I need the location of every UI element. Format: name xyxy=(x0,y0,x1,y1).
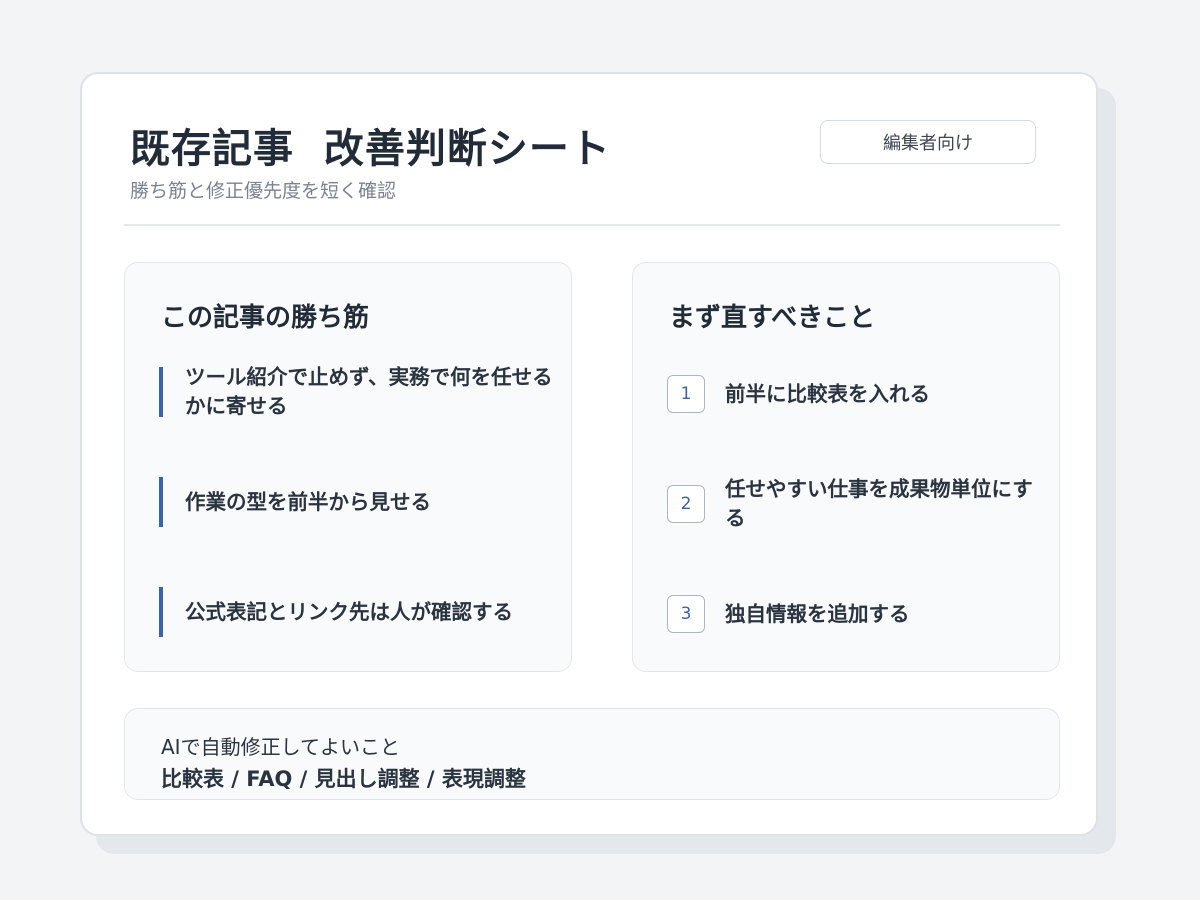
step-number-badge: 1 xyxy=(667,375,705,413)
ai-auto-fix-panel: AIで自動修正してよいこと 比較表 / FAQ / 見出し調整 / 表現調整 xyxy=(124,708,1060,800)
step-text: 独自情報を追加する xyxy=(725,601,910,626)
fix-first-title: まず直すべきこと xyxy=(669,303,876,333)
winning-point-text: ツール紹介で止めず、実務で何を任せるかに寄せる xyxy=(185,365,553,418)
page-title: 既存記事 改善判断シート xyxy=(130,126,611,172)
step-number-badge: 2 xyxy=(667,485,705,523)
winning-point-text: 作業の型を前半から見せる xyxy=(185,489,431,514)
audience-badge: 編集者向け xyxy=(820,120,1036,164)
improvement-sheet-card: 既存記事 改善判断シート 勝ち筋と修正優先度を短く確認 編集者向け この記事の勝… xyxy=(80,72,1098,836)
fix-first-panel: まず直すべきこと 1 前半に比較表を入れる 2 任せやすい仕事を成果物単位にする… xyxy=(632,262,1060,672)
step-text: 前半に比較表を入れる xyxy=(725,381,930,406)
ai-auto-fix-items: 比較表 / FAQ / 見出し調整 / 表現調整 xyxy=(161,767,526,791)
winning-points-title: この記事の勝ち筋 xyxy=(161,303,370,333)
step-number-badge: 3 xyxy=(667,595,705,633)
accent-bar xyxy=(159,477,163,527)
page-subtitle: 勝ち筋と修正優先度を短く確認 xyxy=(130,180,397,202)
ai-auto-fix-label: AIで自動修正してよいこと xyxy=(161,735,400,759)
header-divider xyxy=(124,224,1060,226)
winning-point-text: 公式表記とリンク先は人が確認する xyxy=(185,599,513,624)
step-text: 任せやすい仕事を成果物単位にする xyxy=(725,477,1033,530)
winning-points-panel: この記事の勝ち筋 ツール紹介で止めず、実務で何を任せるかに寄せる 作業の型を前半… xyxy=(124,262,572,672)
accent-bar xyxy=(159,367,163,417)
accent-bar xyxy=(159,587,163,637)
